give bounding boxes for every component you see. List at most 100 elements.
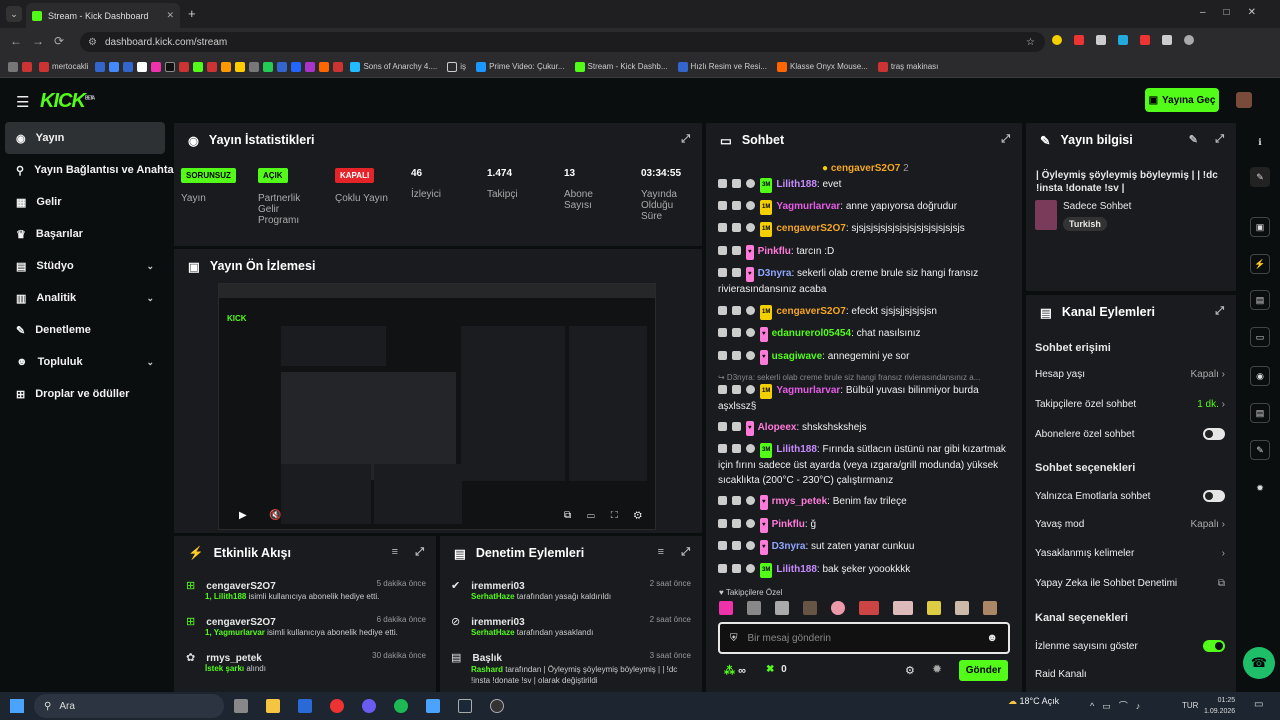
record-icon[interactable]: ◉ [1250,366,1270,386]
subs-only-toggle[interactable] [1203,428,1225,440]
sidebar-item-stream-key[interactable]: ⚲ Yayın Bağlantısı ve Anahtarı [0,154,181,186]
support-chat-icon[interactable]: ☎ [1243,647,1275,679]
show-viewcount-setting[interactable]: İzlenme sayısını göster [1035,640,1225,652]
chat-message[interactable]: 3M Lilith188: evet [718,177,1016,193]
notification-icon[interactable]: ▭ [1254,699,1263,710]
menu-icon[interactable]: ☰ [16,93,29,111]
sidebar-item-analytics[interactable]: ▥ Analitik ⌄ [0,282,170,314]
info-icon[interactable]: ℹ [1250,132,1270,152]
emote-only-toggle[interactable] [1203,490,1225,502]
close-tab-icon[interactable]: ✕ [166,10,174,21]
tag-chip[interactable]: Turkish [1063,217,1107,231]
sidebar-item-studio[interactable]: ▤ Stüdyo ⌄ [0,250,170,282]
bookmark-item[interactable]: Hızlı Resim ve Resi... [675,61,770,72]
slow-mode-setting[interactable]: Yavaş mod Kapalı › [1035,519,1225,530]
save-icon[interactable]: ▤ [1250,403,1270,423]
subs-only-setting[interactable]: Abonelere özel sohbet [1035,428,1225,440]
chat-message[interactable]: 1M Yagmurlarvar: Bülbül yuvası bilinmiyor… [718,383,1016,414]
followers-only-setting[interactable]: Takipçilere özel sohbet 1 dk. › [1035,399,1225,410]
chat-message[interactable]: 1M Yagmurlarvar: anne yapıyorsa doğrudur [718,199,1016,215]
chat-message[interactable]: 1M cengaverS2O7: sjsjsjsjsjsjsjsjsjsjsjsj… [718,221,1016,237]
camera-icon[interactable]: ▣ [1250,217,1270,237]
bolt-icon[interactable]: ⚡ [1250,254,1270,274]
browser-tab[interactable]: Stream - Kick Dashboard ✕ [26,3,180,28]
tray-icons[interactable]: ^▭⌒♪ [1090,699,1148,712]
stream-preview-video[interactable]: KICK ▶ 🔇 ⧉▭⛶⚙ [218,283,656,530]
filter-icon[interactable]: ≡ [658,546,664,558]
clock[interactable]: 01:25 1.09.2026 [1204,695,1235,717]
sidebar-item-drops[interactable]: ⊞ Droplar ve ödüller [0,378,170,410]
chat-settings-icon[interactable]: ⚙ [905,664,915,677]
kick-logo[interactable]: KICKBETA [40,90,95,113]
chat-message[interactable]: ♥ edanurerol05454: chat nasılsınız [718,326,1016,342]
sidebar-item-community[interactable]: ☻ Topluluk ⌄ [0,346,170,378]
bookmark-folder[interactable]: iş [444,61,469,72]
sidebar-item-moderation[interactable]: ✎ Denetleme [0,314,170,346]
chat-input[interactable]: ⛨ Bir mesaj gönderin ☻ [718,622,1010,654]
tab-list-icon[interactable]: ⌄ [6,6,22,22]
ai-moderation-setting[interactable]: Yapay Zeka ile Sohbet Denetimi ⧉ [1035,578,1225,589]
bookmark-item[interactable]: mertocakli [36,61,91,72]
chat-message[interactable]: 3M Lilith188: Fırında sütlacın üstünü nar… [718,442,1016,488]
chat-message[interactable]: ♥ Pinkflu: ğ [718,517,1016,533]
chat-message[interactable]: ♥ usagiwave: annegemini ye sor [718,349,1016,365]
edit-icon[interactable]: ✎ [1250,167,1270,187]
wrench-icon[interactable]: ✎ [1250,440,1270,460]
send-button[interactable]: Gönder [959,660,1008,681]
chat-message[interactable]: ♥ Alopeex: shskshskshejs [718,420,1016,436]
expand-icon[interactable]: ⤢ [1001,133,1010,146]
bookmark-item[interactable]: traş makinası [875,61,942,72]
emoji-icon[interactable]: ☻ [986,632,998,644]
emote-bar[interactable] [719,601,1009,619]
expand-icon[interactable]: ⤢ [681,133,690,146]
pinned-gift-banner[interactable]: ● cengaverS2O7 2 [822,163,909,174]
chat-message[interactable]: 3M Lilith188: bak şeker yoookkkk [718,562,1016,578]
weather-widget[interactable]: ☁ 18°C Açık [1008,696,1059,707]
sidebar-item-achievements[interactable]: ♛ Başarılar [0,218,170,250]
account-age-setting[interactable]: Hesap yaşı Kapalı › [1035,369,1225,380]
banned-words-setting[interactable]: Yasaklanmış kelimeler › [1035,548,1225,559]
chat-message[interactable]: ♥ D3nyra: sekerli olab creme brule siz ha… [718,266,1016,297]
nav-arrows-icon[interactable]: ←→⟳ [10,34,74,48]
bookmark-item[interactable]: Klasse Onyx Mouse... [774,61,871,72]
category-name[interactable]: Sadece Sohbet [1063,201,1131,212]
settings-icon[interactable]: ✹ [1250,478,1270,498]
new-tab-icon[interactable]: + [188,6,196,21]
filter-icon[interactable]: ≡ [392,546,398,558]
sidebar-item-yayin[interactable]: ◉ Yayın [5,122,165,154]
mod-tools-icon[interactable]: ✹ [932,662,942,676]
bookmark-item[interactable]: Sons of Anarchy 4.... [347,61,440,72]
play-icon[interactable]: ▶ [239,510,247,521]
search-input[interactable]: ⚲ Ara [34,694,224,718]
taskbar-apps[interactable] [234,699,504,713]
player-controls-icon[interactable]: ⧉▭⛶⚙ [564,510,658,521]
bookmark-star-icon[interactable]: ☆ [1026,37,1035,48]
expand-icon[interactable]: ⤢ [681,546,690,559]
emote-only-setting[interactable]: Yalnızca Emotlarla sohbet [1035,490,1225,502]
chat-message[interactable]: ♥ rmys_petek: Benim fav trileçe [718,494,1016,510]
avatar[interactable] [1236,92,1252,108]
bookmark-item[interactable]: Prime Video: Çukur... [473,61,567,72]
raid-setting[interactable]: Raid Kanalı [1035,669,1225,680]
channel-points[interactable]: ⁂ ∞ [724,664,746,677]
chat-message[interactable]: ♥ Pinkflu: tarcın :D [718,244,1016,260]
bookmark-item[interactable]: Stream - Kick Dashb... [572,61,671,72]
windows-start-icon[interactable] [10,699,24,713]
window-controls[interactable]: –□✕ [1200,7,1274,18]
chat-message[interactable]: 1M cengaverS2O7: efeckt sjsjsjjsjsjsjsn [718,304,1016,320]
viewcount-toggle[interactable] [1203,640,1225,652]
chat-icon[interactable]: ▭ [1250,327,1270,347]
chat-message[interactable]: ♥ D3nyra: sut zaten yanar cunkuu [718,539,1016,555]
url-input[interactable]: ⚙ dashboard.kick.com/stream ☆ [80,32,1045,52]
expand-icon[interactable]: ⤢ [415,546,424,559]
sidebar-item-revenue[interactable]: ▦ Gelir [0,186,170,218]
edit-icon[interactable]: ✎ [1189,133,1198,146]
list-icon[interactable]: ▤ [1250,290,1270,310]
expand-icon[interactable]: ⤢ [1215,133,1224,146]
go-live-button[interactable]: ▣ Yayına Geç [1145,88,1219,112]
expand-icon[interactable]: ⤢ [1215,305,1224,318]
language-indicator[interactable]: TUR [1182,701,1198,710]
site-info-icon[interactable]: ⚙ [88,37,97,48]
mute-icon[interactable]: 🔇 [269,510,281,521]
kicks-count[interactable]: ✖ 0 [766,664,787,675]
